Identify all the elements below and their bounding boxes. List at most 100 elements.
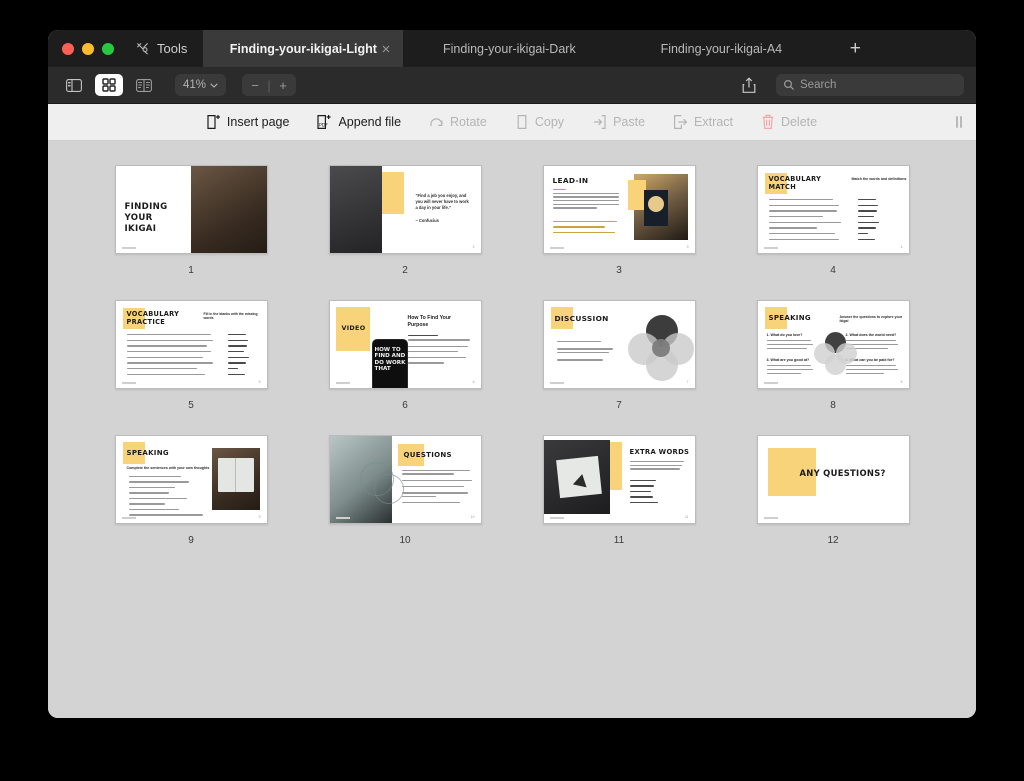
plus-icon: + bbox=[849, 37, 861, 59]
thumbnail-cell: VIDEO How To Find Your Purpose HOW TO FI… bbox=[298, 300, 512, 411]
page-number: 1 bbox=[188, 265, 194, 276]
chevron-down-icon bbox=[210, 82, 218, 88]
delete-button[interactable]: Delete bbox=[747, 114, 831, 130]
slide-footer bbox=[763, 382, 778, 384]
slide-page-number: 9 bbox=[258, 515, 261, 519]
rotate-label: Rotate bbox=[450, 115, 487, 129]
pdf-app-window: Tools Finding-your-ikigai-Light Finding-… bbox=[48, 30, 976, 718]
page-thumbnail-8[interactable]: SPEAKING Answer the questions to explore… bbox=[756, 300, 910, 389]
thumbnail-cell: VOCABULARY MATCH Match the words and def… bbox=[726, 165, 940, 276]
page-thumbnail-6[interactable]: VIDEO How To Find Your Purpose HOW TO FI… bbox=[328, 300, 482, 389]
slide-page-number: 2 bbox=[472, 245, 475, 249]
share-icon[interactable] bbox=[741, 76, 757, 94]
toolbar-drag-handle[interactable] bbox=[956, 116, 962, 128]
ikigai-venn-diagram bbox=[627, 315, 694, 385]
page-number: 5 bbox=[188, 400, 194, 411]
tab-label: Finding-your-ikigai-Dark bbox=[443, 41, 576, 56]
slide-footer bbox=[763, 517, 778, 519]
slide-title: QUESTIONS bbox=[403, 451, 452, 459]
paste-label: Paste bbox=[613, 115, 646, 129]
tab-finding-your-ikigai-light[interactable]: Finding-your-ikigai-Light bbox=[203, 30, 404, 67]
slide-subtitle: Match the words and definitions bbox=[851, 177, 907, 181]
page-number: 2 bbox=[402, 265, 408, 276]
slide-title: VIDEO bbox=[341, 324, 366, 332]
zoom-in-button[interactable]: + bbox=[272, 78, 294, 93]
thumbnail-cell: VOCABULARY PRACTICE Fill in the blanks w… bbox=[84, 300, 298, 411]
page-thumbnail-area[interactable]: FINDING YOUR IKIGAI 1 “Find a job you en… bbox=[48, 141, 976, 718]
trash-icon bbox=[761, 114, 775, 130]
slide-heading: How To Find Your Purpose bbox=[407, 315, 452, 328]
thumbnail-cell: SPEAKING Complete the sentences with you… bbox=[84, 435, 298, 546]
close-window-button[interactable] bbox=[62, 42, 74, 55]
new-tab-button[interactable]: + bbox=[827, 30, 883, 67]
sidebar-icon[interactable] bbox=[60, 74, 88, 96]
maximize-window-button[interactable] bbox=[102, 42, 114, 55]
append-file-label: Append file bbox=[338, 115, 402, 129]
thumbnail-cell: EXTRA WORDS 11 11 bbox=[512, 435, 726, 546]
page-thumbnail-7[interactable]: DISCUSSION 7 bbox=[542, 300, 696, 389]
tab-label: Finding-your-ikigai-Light bbox=[229, 41, 377, 56]
page-number: 6 bbox=[402, 400, 408, 411]
grid-view-icon[interactable] bbox=[95, 74, 123, 96]
tools-icon bbox=[135, 41, 150, 56]
slide-title: VOCABULARY PRACTICE bbox=[126, 310, 180, 327]
svg-text:PDF: PDF bbox=[319, 122, 328, 128]
page-thumbnail-3[interactable]: LEAD-IN 3 bbox=[542, 165, 696, 254]
copy-button[interactable]: Copy bbox=[501, 114, 578, 130]
page-number: 3 bbox=[616, 265, 622, 276]
page-number: 9 bbox=[188, 535, 194, 546]
close-icon[interactable] bbox=[379, 42, 393, 56]
copy-label: Copy bbox=[534, 115, 565, 129]
append-file-icon: PDF bbox=[317, 114, 332, 130]
thumbnail-grid: FINDING YOUR IKIGAI 1 “Find a job you en… bbox=[48, 165, 976, 546]
question-3: 3. What are you good at? bbox=[766, 358, 810, 362]
tab-finding-your-ikigai-dark[interactable]: Finding-your-ikigai-Dark bbox=[403, 30, 615, 67]
page-thumbnail-4[interactable]: VOCABULARY MATCH Match the words and def… bbox=[756, 165, 910, 254]
page-thumbnail-1[interactable]: FINDING YOUR IKIGAI bbox=[114, 165, 268, 254]
slide-footer bbox=[549, 247, 564, 249]
extract-button[interactable]: Extract bbox=[659, 114, 747, 130]
slide-title: ANY QUESTIONS? bbox=[799, 468, 886, 478]
page-thumbnail-5[interactable]: VOCABULARY PRACTICE Fill in the blanks w… bbox=[114, 300, 268, 389]
page-number: 12 bbox=[827, 535, 839, 546]
page-thumbnail-12[interactable]: ANY QUESTIONS? bbox=[756, 435, 910, 524]
thumbnail-cell: QUESTIONS 10 10 bbox=[298, 435, 512, 546]
thumbnail-cell: FINDING YOUR IKIGAI 1 bbox=[84, 165, 298, 276]
slide-footer bbox=[549, 517, 564, 519]
search-field[interactable] bbox=[776, 74, 964, 96]
page-thumbnail-2[interactable]: “Find a job you enjoy, and you will neve… bbox=[328, 165, 482, 254]
thumbnail-cell: SPEAKING Answer the questions to explore… bbox=[726, 300, 940, 411]
slide-page-number: 11 bbox=[684, 515, 689, 519]
slide-page-number: 5 bbox=[258, 380, 261, 384]
split-view-icon[interactable] bbox=[130, 74, 158, 96]
slide-page-number: 8 bbox=[900, 380, 903, 384]
slide-title: DISCUSSION bbox=[554, 314, 609, 323]
insert-page-button[interactable]: Insert page bbox=[193, 114, 304, 130]
page-thumbnail-10[interactable]: QUESTIONS 10 bbox=[328, 435, 482, 524]
slide-footer bbox=[121, 382, 136, 384]
paste-button[interactable]: Paste bbox=[578, 114, 659, 130]
slide-footer bbox=[121, 517, 136, 519]
page-number: 11 bbox=[613, 535, 625, 546]
tab-label: Finding-your-ikigai-A4 bbox=[660, 41, 783, 56]
tab-finding-your-ikigai-a4[interactable]: Finding-your-ikigai-A4 bbox=[615, 30, 827, 67]
zoom-stepper[interactable]: − | + bbox=[242, 74, 297, 96]
rotate-icon bbox=[429, 115, 444, 130]
slide-page-number: 7 bbox=[686, 380, 689, 384]
page-thumbnail-11[interactable]: EXTRA WORDS 11 bbox=[542, 435, 696, 524]
search-input[interactable] bbox=[800, 79, 957, 91]
zoom-out-button[interactable]: − bbox=[244, 78, 266, 93]
minimize-window-button[interactable] bbox=[82, 42, 94, 55]
slide-title: SPEAKING bbox=[768, 314, 811, 322]
page-number: 10 bbox=[399, 535, 411, 546]
tools-button[interactable]: Tools bbox=[127, 30, 203, 67]
slide-footer bbox=[121, 247, 136, 249]
slide-page-number: 6 bbox=[472, 380, 475, 384]
page-thumbnail-9[interactable]: SPEAKING Complete the sentences with you… bbox=[114, 435, 268, 524]
rotate-button[interactable]: Rotate bbox=[415, 115, 501, 130]
slide-title: FINDING YOUR IKIGAI bbox=[124, 202, 168, 234]
search-icon bbox=[783, 79, 795, 91]
append-file-button[interactable]: PDF Append file bbox=[303, 114, 415, 130]
zoom-level-dropdown[interactable]: 41% bbox=[175, 74, 227, 96]
slide-title: VOCABULARY MATCH bbox=[768, 175, 822, 192]
